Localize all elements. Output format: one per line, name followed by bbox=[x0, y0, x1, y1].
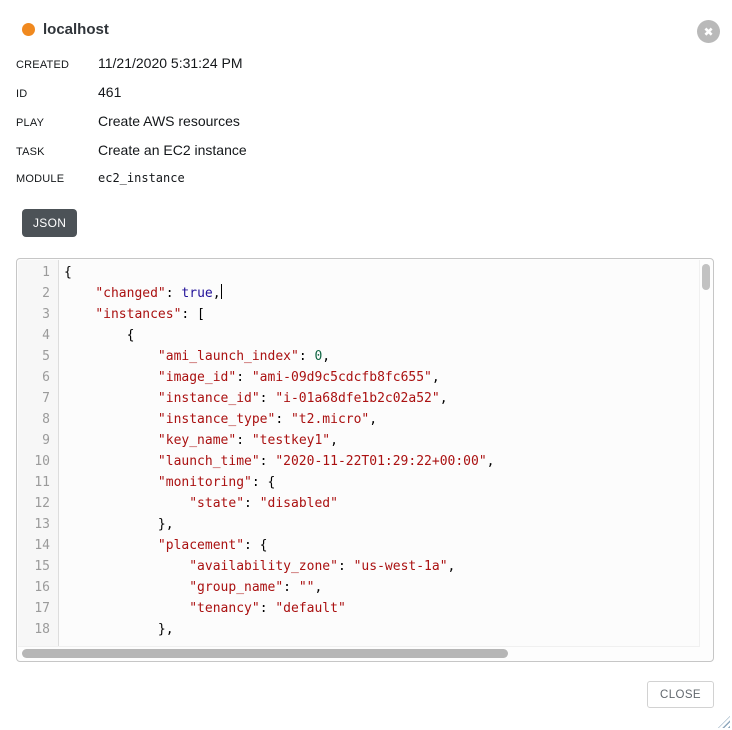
vertical-scrollbar-track[interactable] bbox=[699, 260, 712, 647]
code-line: "tenancy": "default" bbox=[64, 598, 700, 619]
detail-label: PLAY bbox=[16, 117, 98, 129]
code-line: "image_id": "ami-09d9c5cdcfb8fc655", bbox=[64, 367, 700, 388]
code-line: "changed": true, bbox=[64, 283, 700, 304]
line-number: 10 bbox=[18, 451, 50, 472]
text-cursor bbox=[221, 284, 223, 299]
detail-row: PLAYCreate AWS resources bbox=[16, 113, 716, 142]
code-line: "instance_id": "i-01a68dfe1b2c02a52", bbox=[64, 388, 700, 409]
json-code-editor[interactable]: 123456789101112131415161718 { "changed":… bbox=[16, 258, 714, 662]
line-number: 7 bbox=[18, 388, 50, 409]
line-number: 9 bbox=[18, 430, 50, 451]
detail-value: 11/21/2020 5:31:24 PM bbox=[98, 55, 243, 71]
code-line: { bbox=[64, 325, 700, 346]
host-title: localhost bbox=[43, 21, 109, 38]
line-number: 12 bbox=[18, 493, 50, 514]
horizontal-scrollbar-thumb[interactable] bbox=[22, 649, 508, 658]
tab-json-button[interactable]: JSON bbox=[22, 209, 77, 237]
detail-label: CREATED bbox=[16, 59, 98, 71]
vertical-scrollbar-thumb[interactable] bbox=[702, 264, 710, 290]
code-line: "launch_time": "2020-11-22T01:29:22+00:0… bbox=[64, 451, 700, 472]
line-number: 15 bbox=[18, 556, 50, 577]
code-line: "instances": [ bbox=[64, 304, 700, 325]
code-line: "group_name": "", bbox=[64, 577, 700, 598]
detail-row: TASKCreate an EC2 instance bbox=[16, 142, 716, 171]
line-number: 5 bbox=[18, 346, 50, 367]
line-number: 18 bbox=[18, 619, 50, 640]
detail-value: Create AWS resources bbox=[98, 113, 240, 129]
details-list: CREATED11/21/2020 5:31:24 PMID461PLAYCre… bbox=[16, 55, 716, 200]
line-number: 13 bbox=[18, 514, 50, 535]
code-line: { bbox=[64, 262, 700, 283]
code-line: "availability_zone": "us-west-1a", bbox=[64, 556, 700, 577]
close-icon[interactable]: ✖ bbox=[697, 20, 720, 43]
code-line: "placement": { bbox=[64, 535, 700, 556]
host-event-modal: localhost ✖ CREATED11/21/2020 5:31:24 PM… bbox=[0, 0, 732, 730]
detail-row: CREATED11/21/2020 5:31:24 PM bbox=[16, 55, 716, 84]
line-number: 8 bbox=[18, 409, 50, 430]
detail-label: TASK bbox=[16, 146, 98, 158]
detail-row: MODULEec2_instance bbox=[16, 171, 716, 200]
detail-value: ec2_instance bbox=[98, 171, 185, 185]
line-number: 11 bbox=[18, 472, 50, 493]
horizontal-scrollbar-track[interactable] bbox=[18, 646, 700, 660]
host-status-dot-icon bbox=[22, 23, 35, 36]
line-number: 6 bbox=[18, 367, 50, 388]
detail-label: ID bbox=[16, 88, 98, 100]
line-number: 14 bbox=[18, 535, 50, 556]
line-number: 16 bbox=[18, 577, 50, 598]
line-number: 3 bbox=[18, 304, 50, 325]
code-line: "key_name": "testkey1", bbox=[64, 430, 700, 451]
code-line: "monitoring": { bbox=[64, 472, 700, 493]
editor-body: 123456789101112131415161718 { "changed":… bbox=[18, 260, 700, 647]
detail-value: Create an EC2 instance bbox=[98, 142, 247, 158]
code-line: }, bbox=[64, 619, 700, 640]
detail-value: 461 bbox=[98, 84, 121, 100]
line-number: 4 bbox=[18, 325, 50, 346]
code-line: "instance_type": "t2.micro", bbox=[64, 409, 700, 430]
modal-header: localhost bbox=[22, 21, 109, 38]
detail-label: MODULE bbox=[16, 173, 98, 185]
detail-row: ID461 bbox=[16, 84, 716, 113]
close-button[interactable]: CLOSE bbox=[647, 681, 714, 708]
line-number: 17 bbox=[18, 598, 50, 619]
resize-grip-icon[interactable] bbox=[718, 716, 730, 728]
line-number: 1 bbox=[18, 262, 50, 283]
code-line: }, bbox=[64, 514, 700, 535]
line-number-gutter: 123456789101112131415161718 bbox=[18, 260, 59, 647]
code-line: "state": "disabled" bbox=[64, 493, 700, 514]
code-lines: { "changed": true, "instances": [ { "ami… bbox=[59, 260, 700, 647]
code-line: "ami_launch_index": 0, bbox=[64, 346, 700, 367]
line-number: 2 bbox=[18, 283, 50, 304]
